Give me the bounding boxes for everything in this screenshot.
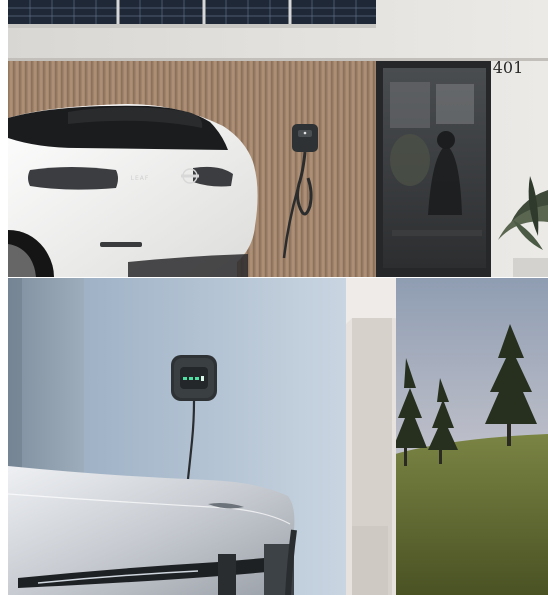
photo-charger-on-modern-wall xyxy=(8,278,548,595)
bottom-photo-scene xyxy=(8,278,548,595)
grass-hill xyxy=(388,434,548,595)
solar-panels xyxy=(8,0,376,28)
front-door xyxy=(376,61,491,277)
concrete-frame xyxy=(344,278,396,595)
photo-car-charging-at-house: 401 LEAF xyxy=(8,0,548,277)
silver-car-front xyxy=(8,466,297,595)
car-model-badge: LEAF xyxy=(131,175,150,182)
white-car-rear: LEAF xyxy=(8,104,258,277)
image-collage: 401 LEAF xyxy=(0,0,548,595)
top-photo-scene: 401 LEAF xyxy=(8,0,548,277)
house-number: 401 xyxy=(493,58,524,77)
